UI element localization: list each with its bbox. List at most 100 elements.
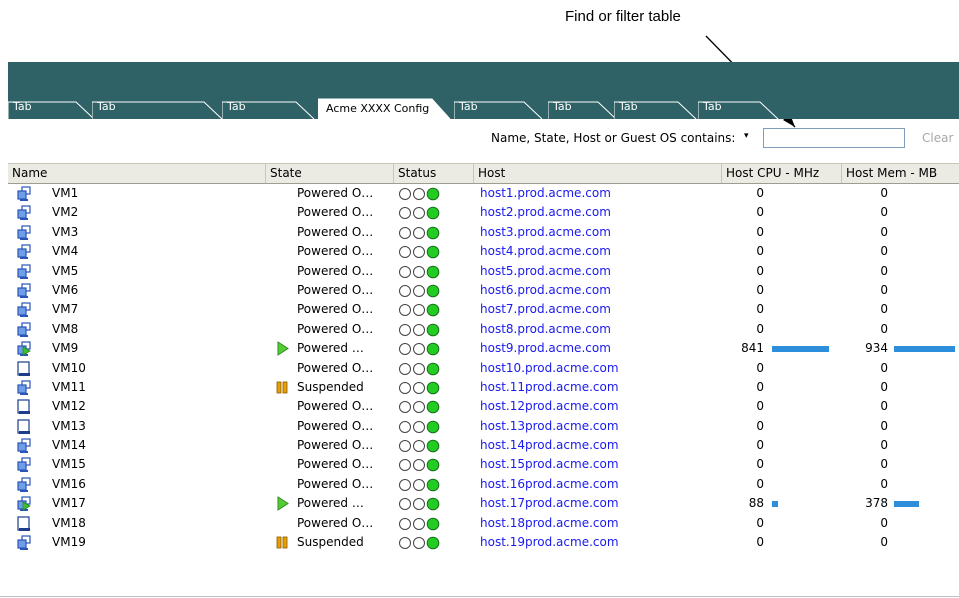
table-row[interactable]: VM9 Powered … host9.prod.acme.com 841 934 [8, 339, 959, 358]
host-mem-value: 0 [880, 224, 888, 239]
vm-name: VM2 [52, 205, 79, 220]
status-indicator-icon [398, 206, 458, 220]
host-link[interactable]: host.19prod.acme.com [480, 533, 619, 552]
tab-8[interactable]: Tab [698, 96, 779, 119]
status-indicator-icon [398, 517, 458, 531]
host-link[interactable]: host5.prod.acme.com [480, 262, 611, 281]
table-row[interactable]: VM10 Powered O… host10.prod.acme.com 0 0 [8, 359, 959, 378]
host-link[interactable]: host1.prod.acme.com [480, 184, 611, 203]
host-link[interactable]: host.14prod.acme.com [480, 436, 619, 455]
host-link[interactable]: host.18prod.acme.com [480, 514, 619, 533]
host-link[interactable]: host7.prod.acme.com [480, 300, 611, 319]
vm-name: VM8 [52, 321, 79, 336]
tab-5[interactable]: Tab [454, 96, 543, 119]
table-row[interactable]: VM4 Powered O… host4.prod.acme.com 0 0 [8, 242, 959, 261]
tab-2[interactable]: Tab [92, 96, 223, 119]
vm-running-icon [16, 496, 32, 512]
status-indicator-icon [398, 400, 458, 414]
vm-icon [16, 457, 32, 473]
vm-icon [16, 263, 32, 280]
vm-name: VM16 [52, 476, 86, 491]
vm-name: VM17 [52, 496, 86, 511]
vm-icon [16, 186, 32, 202]
filter-dropdown-icon[interactable]: ▾ [744, 131, 749, 141]
host-mem-value: 378 [865, 496, 888, 511]
vm-state: Powered O… [297, 205, 374, 220]
host-link[interactable]: host10.prod.acme.com [480, 359, 619, 378]
vm-name: VM1 [52, 186, 79, 200]
clear-button[interactable]: Clear [922, 131, 953, 145]
column-header-name[interactable]: Name [8, 164, 266, 183]
column-header-host-mem[interactable]: Host Mem - MB [842, 164, 959, 183]
host-link[interactable]: host3.prod.acme.com [480, 223, 611, 242]
vm-name: VM11 [52, 379, 86, 394]
vm-icon [16, 244, 32, 260]
column-header-status[interactable]: Status [394, 164, 474, 183]
tab-7[interactable]: Tab [614, 96, 697, 119]
status-indicator-icon [398, 284, 458, 298]
column-header-host-cpu[interactable]: Host CPU - MHz [722, 164, 842, 183]
vm-state: Powered O… [297, 321, 374, 336]
host-link[interactable]: host.12prod.acme.com [480, 397, 619, 416]
vm-state: Powered O… [297, 457, 374, 472]
table-row[interactable]: VM2 Powered O… host2.prod.acme.com 0 0 [8, 203, 959, 222]
pause-icon [276, 535, 290, 550]
status-indicator-icon [398, 439, 458, 453]
host-link[interactable]: host.17prod.acme.com [480, 494, 619, 513]
tab-3[interactable]: Tab [222, 96, 315, 119]
play-icon [276, 496, 290, 512]
table-row[interactable]: VM19 Suspended host.19prod.acme.com 0 0 [8, 533, 959, 552]
host-link[interactable]: host.11prod.acme.com [480, 378, 619, 397]
column-header-state[interactable]: State [266, 164, 394, 183]
host-link[interactable]: host2.prod.acme.com [480, 203, 611, 222]
vm-icon [16, 205, 32, 221]
tab-6[interactable]: Tab [548, 96, 617, 119]
tab-1[interactable]: Tab [8, 96, 95, 119]
filter-row: Name, State, Host or Guest OS contains: … [0, 128, 959, 152]
status-indicator-icon [398, 245, 458, 259]
tab-acme-config[interactable]: Acme XXXX Config [318, 96, 451, 119]
vm-state: Powered O… [297, 244, 374, 259]
host-cpu-value: 88 [748, 496, 764, 511]
table-row[interactable]: VM1 Powered O… host1.prod.acme.com 0 0 [8, 184, 959, 203]
host-link[interactable]: host8.prod.acme.com [480, 320, 611, 339]
table-row[interactable]: VM16 Powered O… host.16prod.acme.com 0 0 [8, 475, 959, 494]
status-indicator-icon [398, 381, 458, 395]
status-indicator-icon [398, 265, 458, 279]
table-row[interactable]: VM15 Powered O… host.15prod.acme.com 0 0 [8, 455, 959, 474]
filter-label: Name, State, Host or Guest OS contains: [491, 131, 736, 145]
table-row[interactable]: VM5 Powered O… host5.prod.acme.com 0 0 [8, 262, 959, 281]
table-row[interactable]: VM13 Powered O… host.13prod.acme.com 0 0 [8, 417, 959, 436]
host-link[interactable]: host.16prod.acme.com [480, 475, 619, 494]
host-cpu-value: 0 [756, 244, 764, 259]
table-row[interactable]: VM12 Powered O… host.12prod.acme.com 0 0 [8, 397, 959, 416]
host-link[interactable]: host9.prod.acme.com [480, 339, 611, 358]
vm-name: VM13 [52, 418, 86, 433]
table-row[interactable]: VM3 Powered O… host3.prod.acme.com 0 0 [8, 223, 959, 242]
filter-input[interactable] [763, 128, 905, 148]
status-indicator-icon [398, 536, 458, 550]
host-mem-value: 0 [880, 515, 888, 530]
vm-name: VM19 [52, 535, 86, 550]
table-row[interactable]: VM11 Suspended host.11prod.acme.com 0 0 [8, 378, 959, 397]
host-mem-value: 0 [880, 360, 888, 375]
table-row[interactable]: VM18 Powered O… host.18prod.acme.com 0 0 [8, 514, 959, 533]
table-row[interactable]: VM17 Powered … host.17prod.acme.com 88 378 [8, 494, 959, 513]
vm-state: Suspended [297, 379, 364, 394]
table-row[interactable]: VM14 Powered O… host.14prod.acme.com 0 0 [8, 436, 959, 455]
vm-name: VM12 [52, 399, 86, 414]
tab-label: Tab [459, 100, 478, 113]
host-link[interactable]: host.15prod.acme.com [480, 455, 619, 474]
status-indicator-icon [398, 303, 458, 317]
host-link[interactable]: host6.prod.acme.com [480, 281, 611, 300]
column-header-host[interactable]: Host [474, 164, 722, 183]
table-row[interactable]: VM8 Powered O… host8.prod.acme.com 0 0 [8, 320, 959, 339]
table-row[interactable]: VM6 Powered O… host6.prod.acme.com 0 0 [8, 281, 959, 300]
host-cpu-value: 0 [756, 399, 764, 414]
host-link[interactable]: host.13prod.acme.com [480, 417, 619, 436]
host-mem-value: 0 [880, 263, 888, 278]
host-mem-value: 0 [880, 186, 888, 200]
host-link[interactable]: host4.prod.acme.com [480, 242, 611, 261]
vm-name: VM7 [52, 302, 79, 317]
table-row[interactable]: VM7 Powered O… host7.prod.acme.com 0 0 [8, 300, 959, 319]
